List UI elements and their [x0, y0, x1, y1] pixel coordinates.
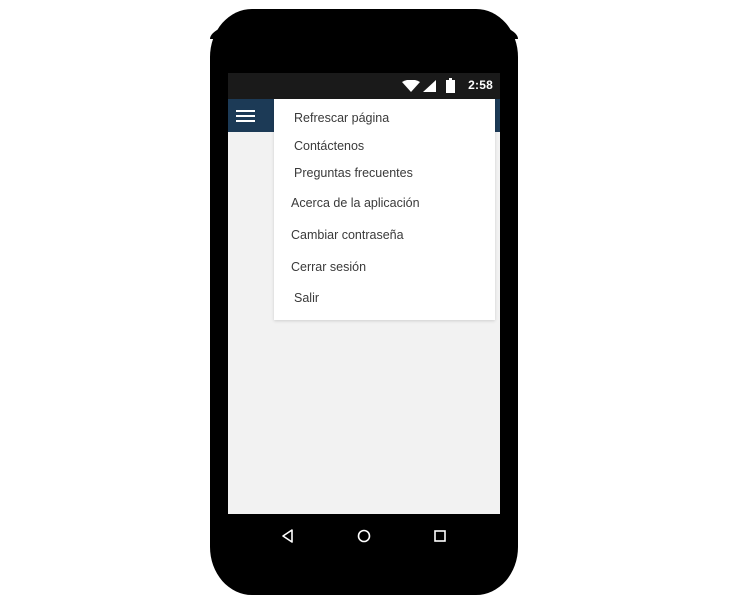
- overflow-menu: Refrescar página Contáctenos Preguntas f…: [274, 99, 495, 320]
- status-bar: 2:58: [228, 73, 500, 99]
- status-time: 2:58: [468, 78, 493, 92]
- phone-screen: 2:58 Refrescar página Contáctenos Pregun…: [228, 73, 500, 514]
- wifi-icon: [402, 80, 420, 92]
- hamburger-menu-icon[interactable]: [236, 108, 256, 124]
- menu-item-contact[interactable]: Contáctenos: [294, 139, 364, 153]
- menu-item-faq[interactable]: Preguntas frecuentes: [294, 166, 413, 180]
- menu-item-change-password[interactable]: Cambiar contraseña: [291, 228, 404, 242]
- menu-item-refresh[interactable]: Refrescar página: [294, 111, 389, 125]
- home-icon[interactable]: [356, 528, 372, 544]
- phone-top-edge: [210, 9, 518, 39]
- navigation-bar: [228, 514, 500, 560]
- menu-item-about[interactable]: Acerca de la aplicación: [291, 196, 420, 210]
- back-icon[interactable]: [280, 528, 296, 544]
- battery-icon: [446, 78, 455, 93]
- menu-item-logout[interactable]: Cerrar sesión: [291, 260, 366, 274]
- signal-icon: [423, 80, 436, 92]
- menu-item-exit[interactable]: Salir: [294, 291, 319, 305]
- recents-icon[interactable]: [432, 528, 448, 544]
